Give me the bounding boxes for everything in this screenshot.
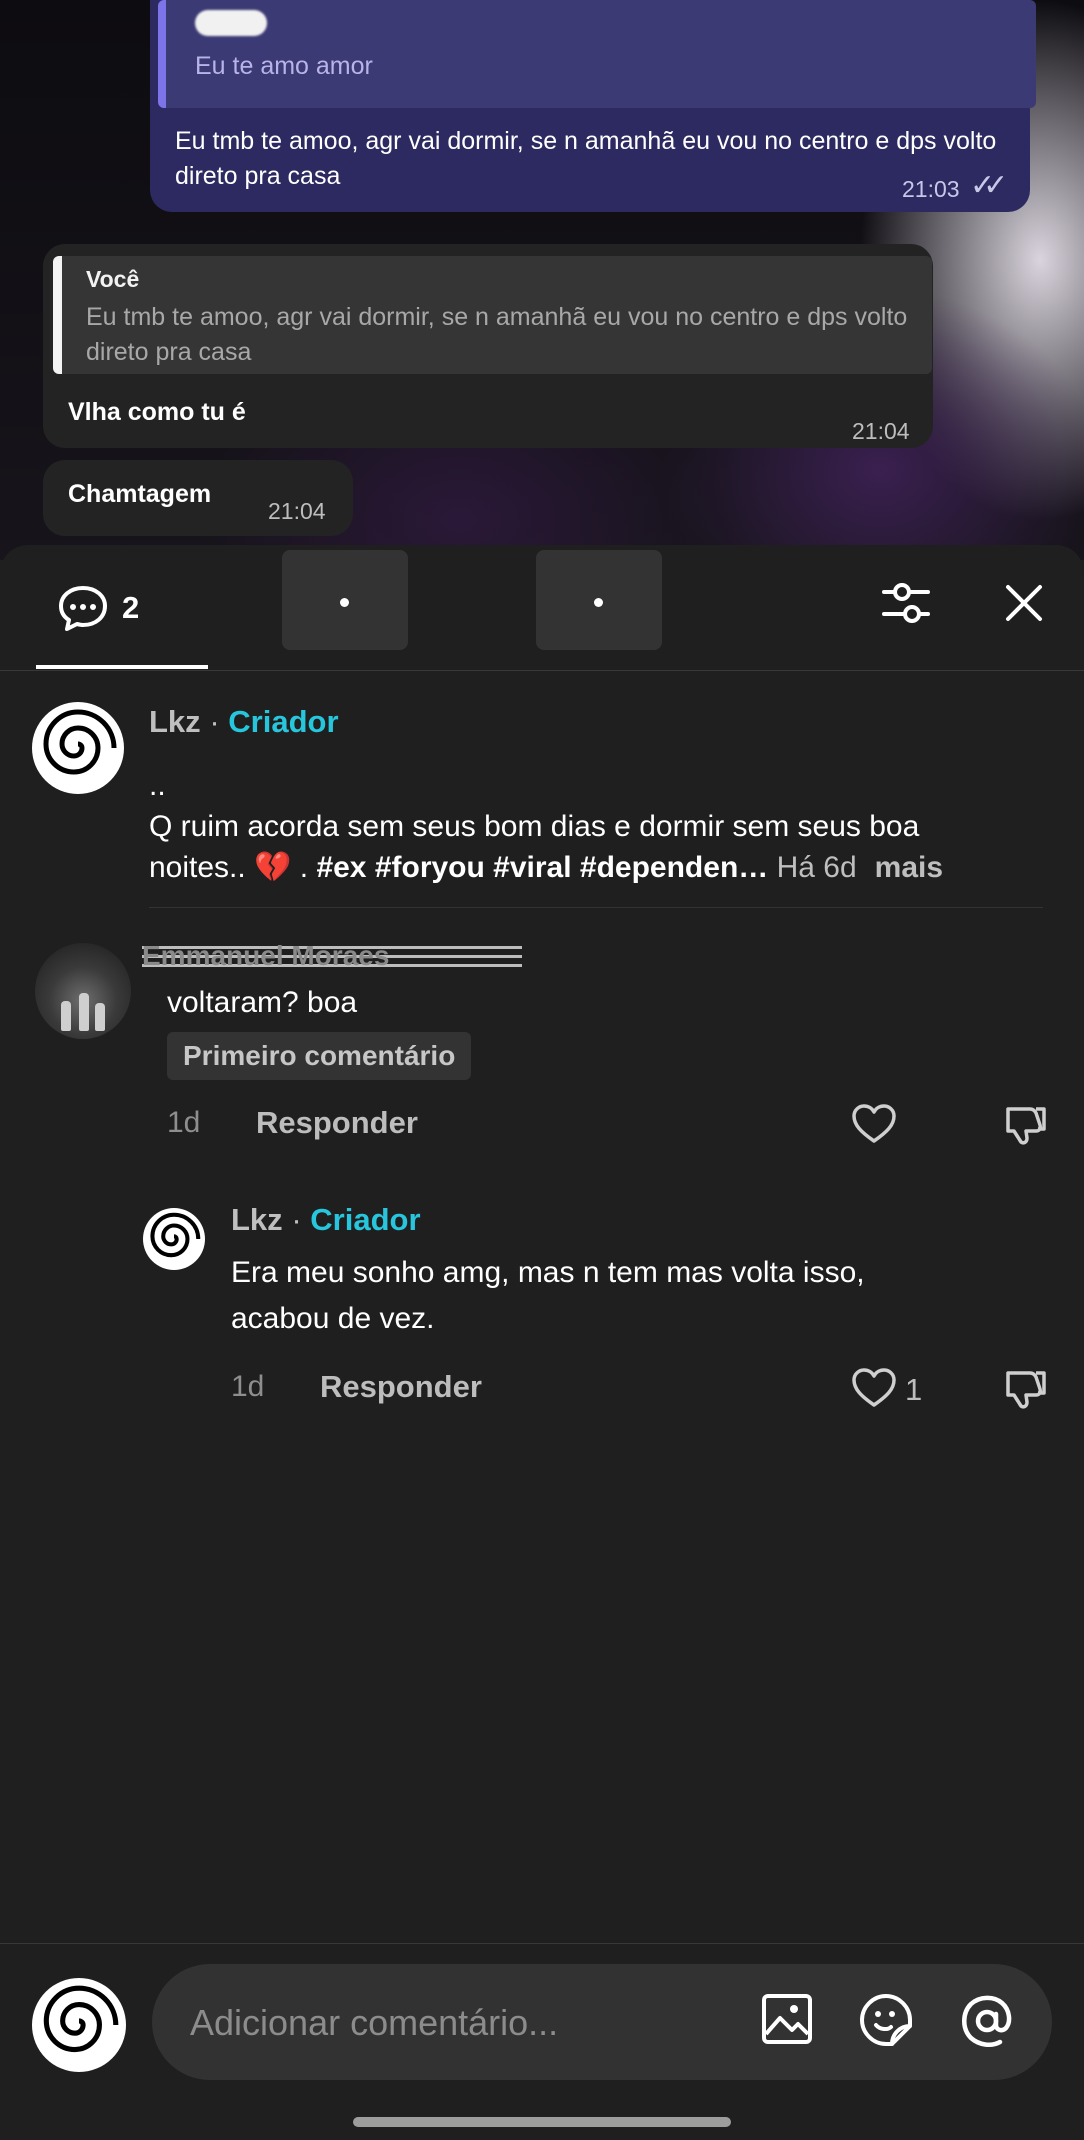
hashtags[interactable]: #ex #foryou #viral #dependen…: [316, 851, 768, 884]
comment-text: voltaram? boa: [167, 986, 358, 1019]
comment-input[interactable]: Adicionar comentário...: [152, 1964, 1052, 2080]
comment-count: 2: [122, 590, 140, 625]
message-time: 21:04: [852, 418, 910, 444]
first-comment-badge: Primeiro comentário: [167, 1032, 472, 1080]
caption-line: noites.. 💔 . #ex #foryou #viral #depende…: [149, 847, 1049, 888]
author-name: Lkz: [231, 1202, 283, 1237]
active-tab-indicator: [36, 665, 208, 669]
reply-author[interactable]: Lkz · Criador: [231, 1202, 421, 1238]
spiral-icon: [150, 1212, 201, 1258]
avatar-figure: [79, 993, 89, 1031]
separator: ·: [291, 1202, 302, 1237]
author-name: Lkz: [149, 704, 201, 739]
read-ticks-icon: ✓✓: [970, 169, 1008, 202]
heart-icon[interactable]: [851, 1103, 897, 1145]
comment-icon: [59, 586, 107, 631]
tab-comments[interactable]: 2: [36, 576, 206, 666]
tab-placeholder[interactable]: [282, 550, 408, 650]
incoming-message: Vlha como tu é: [68, 398, 246, 426]
comment-input-placeholder: Adicionar comentário...: [190, 2002, 559, 2043]
home-indicator[interactable]: [353, 2117, 731, 2127]
reply-text-line: Era meu sonho amg, mas n tem mas volta i…: [231, 1256, 865, 1289]
caption-author[interactable]: Lkz · Criador: [149, 704, 339, 740]
comment-age: 1d: [167, 1106, 201, 1139]
creator-badge: Criador: [228, 704, 339, 739]
quoted-text: Eu te amo amor: [195, 52, 373, 80]
sticker-icon[interactable]: [858, 1992, 914, 2048]
heart-icon[interactable]: [851, 1367, 897, 1409]
avatar[interactable]: [143, 1208, 205, 1270]
dislike-icon[interactable]: [1002, 1367, 1048, 1411]
creator-badge: Criador: [310, 1202, 421, 1237]
redacted-author-name[interactable]: Emmanuel Moraes: [142, 940, 522, 972]
separator: ·: [209, 704, 220, 739]
my-avatar[interactable]: [32, 1978, 126, 2072]
quoted-name: Você: [86, 266, 140, 292]
outgoing-message: Eu tmb te amoo, agr vai dormir, se n ama…: [175, 127, 997, 190]
reply-button[interactable]: Responder: [256, 1105, 418, 1141]
divider: [0, 670, 1084, 671]
avatar[interactable]: [35, 943, 131, 1039]
caption-segment: .: [291, 851, 317, 884]
redacted-quote-name: [195, 10, 267, 36]
quoted-text: Eu tmb te amoo, agr vai dormir, se n ama…: [86, 303, 908, 366]
more-link[interactable]: mais: [875, 851, 943, 884]
dot-icon: [340, 598, 349, 607]
like-count: 1: [905, 1372, 923, 1407]
caption-text: .. Q ruim acorda sem seus bom dias e dor…: [149, 765, 1049, 888]
reply-age: 1d: [231, 1370, 265, 1403]
divider: [0, 1943, 1084, 1944]
caption-age: Há 6d: [768, 851, 857, 884]
caption-segment: noites..: [149, 851, 255, 884]
video-frame: Eu te amo amor Eu tmb te amoo, agr vai d…: [0, 0, 1084, 560]
tab-placeholder[interactable]: [536, 550, 662, 650]
avatar[interactable]: [32, 702, 124, 794]
dislike-icon[interactable]: [1002, 1103, 1048, 1147]
image-icon[interactable]: [760, 1992, 814, 2046]
dot-icon: [594, 598, 603, 607]
reply-text: Era meu sonho amg, mas n tem mas volta i…: [231, 1250, 865, 1342]
incoming-message: Chamtagem: [68, 480, 212, 508]
broken-heart-emoji: 💔: [254, 851, 292, 884]
caption-line: Q ruim acorda sem seus bom dias e dormir…: [149, 810, 920, 843]
close-icon[interactable]: [1003, 582, 1045, 624]
spiral-icon: [43, 1985, 119, 2053]
avatar-figure: [61, 1001, 71, 1031]
spiral-icon: [43, 709, 117, 775]
filter-icon[interactable]: [880, 578, 932, 628]
avatar-figure: [95, 1003, 105, 1031]
reply-button[interactable]: Responder: [320, 1369, 482, 1405]
message-time: 21:03: [902, 176, 960, 202]
caption-line: ..: [149, 769, 166, 802]
message-time: 21:04: [268, 498, 326, 524]
divider: [149, 907, 1043, 908]
mention-icon[interactable]: [958, 1992, 1016, 2050]
reply-text-line: acabou de vez.: [231, 1302, 435, 1335]
